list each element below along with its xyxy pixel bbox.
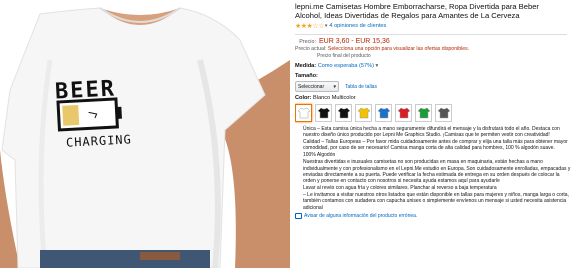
feature-bullets: Única – Esta camisa única hecha a mano s…	[295, 126, 571, 211]
shirt-text-top: BEER	[54, 76, 117, 105]
color-swatch[interactable]	[315, 104, 332, 122]
chevron-down-icon[interactable]: ▾	[376, 63, 379, 69]
tshirt-swatch-icon	[337, 107, 350, 119]
current-price-row: Precio actual: Selecciona una opción par…	[295, 46, 573, 52]
price-row: Precio: EUR 3,60 - EUR 15,36	[298, 38, 573, 45]
size-table-link[interactable]: Tabla de tallas	[345, 84, 377, 90]
fit-label: Medida:	[295, 63, 317, 69]
rating-row: ★★★☆☆ ▾ 4 opiniones de clientes	[295, 22, 573, 30]
star-rating-icon[interactable]: ★★★☆☆	[295, 22, 324, 30]
tshirt-swatch-icon	[377, 107, 390, 119]
color-swatch[interactable]	[335, 104, 352, 122]
size-select-value: Seleccionar	[298, 83, 325, 90]
color-swatch[interactable]	[415, 104, 432, 122]
price-range: EUR 3,60 - EUR 15,36	[319, 38, 390, 45]
price-label: Precio:	[299, 39, 316, 45]
size-select[interactable]: Seleccionar ▾	[295, 81, 339, 92]
tshirt-swatch-icon	[417, 107, 430, 119]
tshirt-swatch-icon	[357, 107, 370, 119]
current-price-text: Selecciona una opción para visualizar la…	[327, 46, 470, 52]
color-swatch[interactable]	[435, 104, 452, 122]
feature-bullet: Calidad – Tallas Europeas – Por favor mi…	[303, 139, 571, 152]
divider	[295, 34, 567, 35]
color-swatch[interactable]	[295, 104, 312, 122]
size-label: Tamaño:	[295, 73, 318, 79]
color-swatch[interactable]	[395, 104, 412, 122]
feedback-icon	[295, 212, 302, 219]
color-swatch[interactable]	[355, 104, 372, 122]
tshirt-swatch-icon	[397, 107, 410, 119]
color-row: Color: Blanco Multicolor	[295, 95, 573, 101]
chevron-down-icon[interactable]: ▾	[325, 23, 328, 29]
fit-row: Medida: Como esperaba (57%) ▾	[295, 63, 573, 69]
color-swatch[interactable]	[375, 104, 392, 122]
feedback-link[interactable]: Avisar de alguna información del product…	[304, 213, 417, 219]
feedback-row: Avisar de alguna información del product…	[295, 212, 573, 219]
tshirt-image	[0, 7, 290, 268]
tshirt-swatch-icon	[297, 107, 310, 119]
color-swatches	[295, 104, 573, 122]
product-title: lepni.me Camisetas Hombre Emborracharse,…	[295, 2, 539, 20]
feature-bullet: – Le invitamos a visitar nuestros otros …	[303, 192, 571, 211]
tshirt-swatch-icon	[317, 107, 330, 119]
feature-bullet: 100% Algodón	[303, 152, 571, 158]
size-select-row: Seleccionar ▾ Tabla de tallas	[295, 81, 573, 92]
color-label: Color:	[295, 95, 312, 101]
current-price-label: Precio actual:	[295, 46, 327, 52]
price-final-note: Precio final del producto	[317, 53, 371, 59]
product-details: lepni.me Camisetas Hombre Emborracharse,…	[295, 0, 573, 268]
fit-link[interactable]: Como esperaba (57%)	[318, 63, 374, 69]
reviews-link[interactable]: 4 opiniones de clientes	[329, 23, 386, 29]
color-value: Blanco Multicolor	[313, 95, 356, 101]
chevron-down-icon: ▾	[333, 83, 336, 90]
tshirt-swatch-icon	[437, 107, 450, 119]
feature-bullet: Lavar al revés con agua fría y colores s…	[303, 185, 571, 191]
product-image[interactable]: BEER CHARGING	[0, 0, 290, 268]
feature-bullet: Nuestras divertidas e inusuales camiseta…	[303, 159, 571, 184]
feature-bullet: Única – Esta camisa única hecha a mano s…	[303, 126, 571, 139]
